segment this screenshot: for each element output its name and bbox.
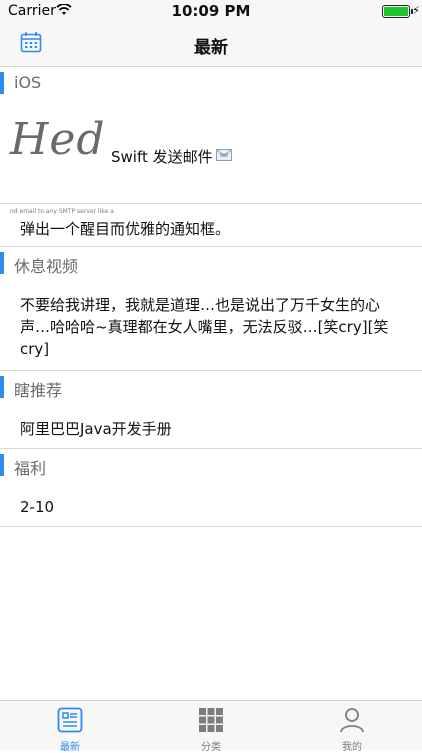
- section-label: iOS: [14, 73, 42, 92]
- section-accent-bar: [0, 72, 4, 94]
- list-item-video[interactable]: 不要给我讲理，我就是道理…也是说出了万千女生的心声…哈哈哈~真理都在女人嘴里，无…: [0, 278, 422, 371]
- tab-bar: 最新 分类 我的: [0, 700, 422, 753]
- section-label: 福利: [14, 459, 47, 478]
- list-item-title: 不要给我讲理，我就是道理…也是说出了万千女生的心声…哈哈哈~真理都在女人嘴里，无…: [20, 296, 389, 358]
- status-bar: Carrier 10:09 PM ⚡: [0, 0, 422, 22]
- clock: 10:09 PM: [171, 2, 251, 20]
- list-item-alibaba-java[interactable]: 阿里巴巴Java开发手册: [0, 402, 422, 449]
- list-item-title: 阿里巴巴Java开发手册: [20, 420, 172, 438]
- thumbnail-text: Hed: [10, 114, 106, 165]
- grid-icon: [199, 708, 223, 732]
- section-accent-bar: [0, 454, 4, 476]
- tab-label: 我的: [342, 742, 362, 753]
- navigation-bar: 最新: [0, 22, 422, 67]
- tab-mine[interactable]: 我的: [282, 701, 422, 753]
- list-item-title: Swift 发送邮件: [111, 148, 213, 166]
- list-item-title: 2-10: [20, 498, 55, 516]
- feed-list: iOS Hed nd email to any SMTP server like…: [0, 67, 422, 527]
- tab-category[interactable]: 分类: [141, 701, 281, 753]
- person-icon: [340, 708, 364, 733]
- list-item-welfare[interactable]: 2-10: [0, 480, 422, 527]
- envelope-icon: [216, 149, 232, 161]
- section-accent-bar: [0, 252, 4, 274]
- section-header-rest-video: 休息视频: [0, 247, 422, 278]
- list-item-notification[interactable]: 弹出一个醒目而优雅的通知框。: [0, 204, 422, 247]
- section-header-recommend: 瞎推荐: [0, 371, 422, 402]
- section-label: 瞎推荐: [14, 381, 63, 400]
- list-item-swift-email[interactable]: Hed nd email to any SMTP server like a S…: [0, 98, 422, 215]
- tab-label: 最新: [60, 742, 80, 753]
- charging-icon: ⚡: [412, 4, 420, 17]
- battery-icon: [382, 5, 413, 18]
- tab-label: 分类: [201, 742, 221, 753]
- section-header-ios: iOS: [0, 67, 422, 98]
- news-icon: [57, 707, 83, 733]
- section-label: 休息视频: [14, 257, 79, 276]
- page-title: 最新: [194, 38, 228, 58]
- list-item-title: 弹出一个醒目而优雅的通知框。: [20, 220, 231, 238]
- section-header-welfare: 福利: [0, 449, 422, 480]
- tab-latest[interactable]: 最新: [0, 701, 140, 753]
- section-accent-bar: [0, 376, 4, 398]
